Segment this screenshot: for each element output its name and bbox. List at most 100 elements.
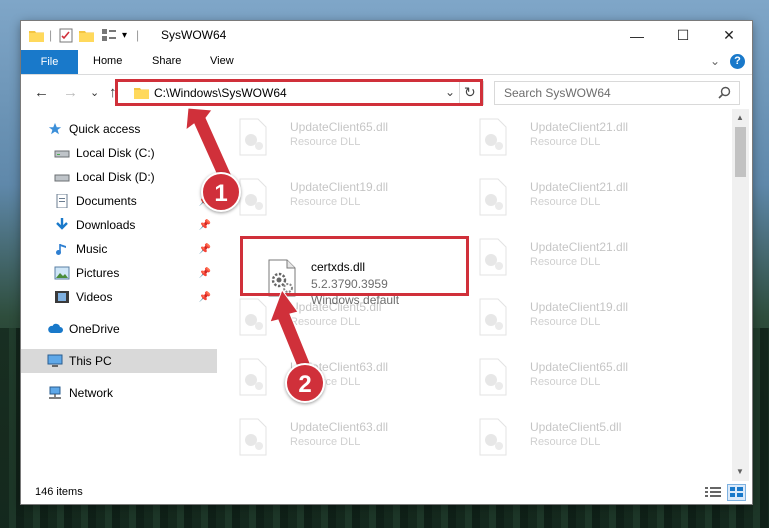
tab-home[interactable]: Home [93,55,122,67]
drive-icon [54,150,70,158]
sidebar-item-documents[interactable]: Documents 📌 [21,189,217,213]
file-type: Resource DLL [290,436,361,448]
dll-file-icon [239,118,267,156]
drive-icon [54,174,70,182]
sidebar-item-videos[interactable]: Videos 📌 [21,285,217,309]
sidebar-item-onedrive[interactable]: OneDrive [21,317,217,341]
sidebar-item-downloads[interactable]: Downloads 📌 [21,213,217,237]
sidebar-item-pictures[interactable]: Pictures 📌 [21,261,217,285]
file-name: UpdateClient21.dll [530,120,629,134]
sidebar-item-label: Local Disk (C:) [76,146,155,160]
star-icon [48,122,62,135]
back-button[interactable]: ← [34,84,49,101]
search-box[interactable]: Search SysWOW64 [494,81,740,105]
help-icon[interactable]: ? [730,54,745,69]
vertical-scrollbar[interactable]: ▲ ▼ [732,109,749,481]
view-options-icon[interactable] [101,27,117,43]
sidebar-item-local-disk-d[interactable]: Local Disk (D:) [21,165,217,189]
list-item[interactable]: UpdateClient65.dll Resource DLL [464,354,694,406]
sidebar-item-label: Music [76,242,108,256]
step-2-badge: 2 [285,363,325,403]
qat-dropdown-icon[interactable]: ▾ [122,27,127,43]
file-type: Resource DLL [290,136,361,148]
maximize-button[interactable]: ☐ [660,21,706,50]
sidebar-item-this-pc[interactable]: This PC [21,349,217,373]
file-type: Resource DLL [530,376,601,388]
file-type: Resource DLL [530,316,601,328]
ribbon-tabs: File Home Share View ⌄ ? [21,50,752,75]
file-type: Resource DLL [530,136,601,148]
minimize-button[interactable]: — [614,21,660,50]
item-count: 146 items [35,486,83,498]
close-button[interactable]: ✕ [706,21,752,50]
file-type: Resource DLL [290,316,361,328]
sidebar-item-label: OneDrive [69,322,120,336]
recent-locations-button[interactable]: ⌄ [90,86,99,99]
list-item[interactable]: UpdateClient19.dll Resource DLL [464,294,694,346]
list-item[interactable]: UpdateClient21.dll Resource DLL [464,174,694,226]
list-item[interactable]: UpdateClient5.dll Resource DLL [464,414,694,466]
videos-icon [55,291,69,303]
file-name: UpdateClient19.dll [290,180,389,194]
pin-icon[interactable]: 📌 [199,244,211,255]
file-name: UpdateClient63.dll [290,420,389,434]
list-item[interactable]: UpdateClient65.dll Resource DLL [224,114,454,166]
search-icon[interactable] [718,86,731,102]
forward-button[interactable]: → [63,84,78,101]
scrollbar-thumb[interactable] [735,127,746,177]
list-item[interactable]: UpdateClient5.dll Resource DLL [224,294,454,346]
properties-icon[interactable] [59,27,73,43]
details-view-icon[interactable] [705,486,721,502]
title-bar: | ▾ | SysWOW64 — ☐ ✕ [21,21,752,50]
list-item[interactable]: UpdateClient63.dll Resource DLL [224,354,454,406]
tab-view[interactable]: View [210,55,234,67]
dll-file-icon [239,358,267,396]
cloud-icon [48,323,63,333]
sidebar-item-network[interactable]: Network [21,381,217,405]
documents-icon [56,194,68,208]
file-name: UpdateClient21.dll [530,180,629,194]
network-icon [49,386,61,399]
sidebar-item-label: Downloads [76,218,136,232]
pin-icon[interactable]: 📌 [199,292,211,303]
file-name: UpdateClient21.dll [530,240,629,254]
file-name: UpdateClient65.dll [530,360,629,374]
dll-file-icon [479,418,507,456]
tab-share[interactable]: Share [152,55,181,67]
list-item[interactable]: UpdateClient63.dll Resource DLL [224,414,454,466]
file-name: UpdateClient5.dll [290,300,382,314]
sidebar-item-label: Local Disk (D:) [76,170,155,184]
file-type: Resource DLL [530,256,601,268]
sidebar-item-music[interactable]: Music 📌 [21,237,217,261]
sidebar-item-local-disk-c[interactable]: Local Disk (C:) [21,141,217,165]
address-bar-highlight [115,79,483,106]
qat-divider: | [49,28,53,42]
new-folder-icon[interactable] [79,27,94,43]
ribbon-collapse-icon[interactable]: ⌄ [710,54,720,68]
pin-icon[interactable]: 📌 [199,268,211,279]
file-type: Resource DLL [530,436,601,448]
tab-file[interactable]: File [21,50,78,74]
sidebar-item-label: Videos [76,290,113,304]
download-icon [56,218,68,230]
sidebar-item-label: Network [69,386,114,400]
sidebar-item-label: Pictures [76,266,120,280]
sidebar-item-label: This PC [69,354,112,368]
scroll-up-arrow-icon[interactable]: ▲ [736,113,744,122]
list-item[interactable]: UpdateClient21.dll Resource DLL [464,234,694,286]
list-item[interactable]: UpdateClient21.dll Resource DLL [464,114,694,166]
file-name: UpdateClient65.dll [290,120,389,134]
status-bar: 146 items [21,481,752,504]
pin-icon[interactable]: 📌 [199,220,211,231]
list-item[interactable]: UpdateClient19.dll Resource DLL [224,174,454,226]
file-highlight [240,236,469,296]
scroll-down-arrow-icon[interactable]: ▼ [736,467,744,476]
search-input[interactable]: Search SysWOW64 [504,86,611,100]
sidebar-item-quick-access[interactable]: Quick access [21,117,217,141]
pictures-icon [54,266,70,280]
dll-file-icon [479,298,507,336]
navigation-pane: Quick access Local Disk (C:) Local Disk … [21,109,217,481]
file-name: UpdateClient5.dll [530,420,622,434]
tiles-view-icon[interactable] [727,484,746,501]
sidebar-item-label: Documents [76,194,137,208]
